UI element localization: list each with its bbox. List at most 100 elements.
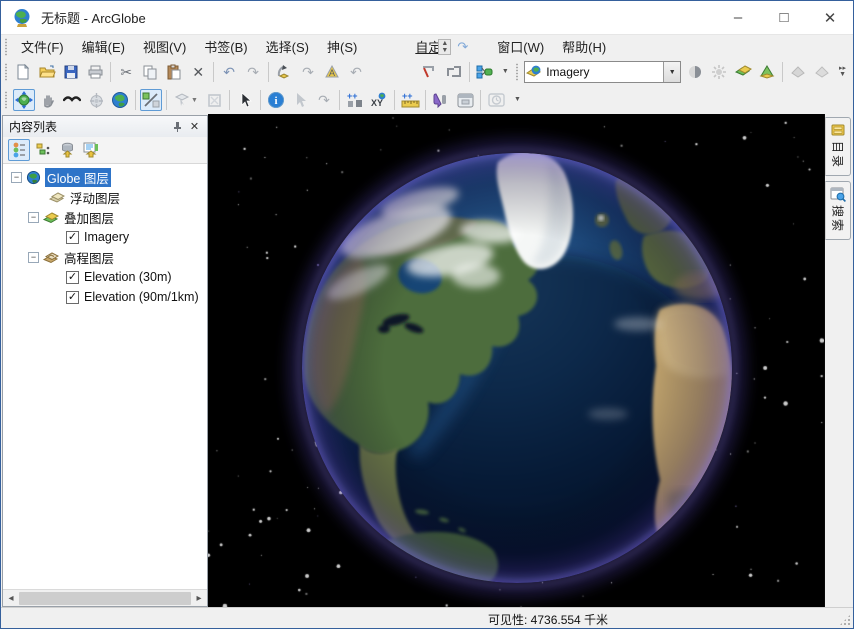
list-by-source-button[interactable] [32, 139, 54, 161]
tree-row-elev90[interactable]: ✓ Elevation (90m/1km) [3, 287, 207, 307]
cut-button[interactable]: ✂ [115, 61, 137, 83]
select-elements-button[interactable] [234, 89, 256, 111]
base-heights-button[interactable] [756, 61, 778, 83]
maximize-button[interactable]: □ [761, 1, 807, 34]
area-tool-button[interactable] [443, 61, 465, 83]
menu-selection[interactable]: 选择(S) [257, 35, 318, 58]
save-button[interactable] [60, 61, 82, 83]
menu-window[interactable]: 窗口(W) [488, 35, 553, 58]
viewer-window-button[interactable] [454, 89, 476, 111]
go-to-xy-button[interactable]: XY [368, 89, 390, 111]
collapse-icon[interactable]: − [28, 252, 39, 263]
layer-label-imagery[interactable]: Imagery [82, 230, 131, 244]
scroll-right-icon[interactable]: ▸ [191, 593, 207, 604]
toolbar-overflow-button[interactable]: ▼ [499, 61, 512, 83]
tree-row-elevation-group[interactable]: − 高程图层 [3, 247, 207, 267]
menu-edit[interactable]: 编辑(E) [73, 35, 134, 58]
surface-mode-button[interactable] [140, 89, 162, 111]
search-tab[interactable]: 搜索 [825, 181, 851, 240]
layer-combobox[interactable]: Imagery ▼ [524, 61, 681, 83]
layer-label-globe[interactable]: Globe 图层 [45, 168, 111, 187]
identify-button[interactable]: i [265, 89, 287, 111]
tree-row-imagery[interactable]: ✓ Imagery [3, 227, 207, 247]
full-extent-button[interactable] [109, 89, 131, 111]
catalog-tab[interactable]: 目录 [825, 117, 851, 176]
resize-grip[interactable] [839, 614, 851, 626]
menu-help[interactable]: 帮助(H) [553, 35, 615, 58]
layer-label-draped[interactable]: 叠加图层 [62, 208, 116, 227]
elev90-checkbox[interactable]: ✓ [66, 291, 79, 304]
standard-toolbar-grip[interactable] [4, 63, 7, 81]
undo-button[interactable]: ↶ [218, 61, 240, 83]
disabled-tool2-button[interactable]: ↶ [345, 61, 367, 83]
redo-button[interactable]: ↷ [242, 61, 264, 83]
collapse-icon[interactable]: − [28, 212, 39, 223]
pin-button[interactable] [169, 118, 186, 135]
delete-button[interactable]: ✕ [187, 61, 209, 83]
paste-button[interactable] [163, 61, 185, 83]
disabled-tool-button[interactable]: ↷ [297, 61, 319, 83]
layer-label-elevation-group[interactable]: 高程图层 [62, 248, 116, 267]
add-data-button[interactable] [273, 61, 295, 83]
swipe-layer-button[interactable] [732, 61, 754, 83]
navigate-tool-button[interactable] [13, 89, 35, 111]
html-popup-button[interactable] [430, 89, 452, 111]
copy-button[interactable] [139, 61, 161, 83]
new-document-button[interactable] [12, 61, 34, 83]
list-by-drawing-order-button[interactable] [8, 139, 30, 161]
layer-toolbar-grip[interactable] [515, 63, 518, 81]
scrollbar-thumb[interactable] [19, 592, 191, 605]
tree-row-draped[interactable]: − 叠加图层 [3, 207, 207, 227]
layer-label-floating[interactable]: 浮动图层 [68, 188, 122, 207]
layer-label-elev90[interactable]: Elevation (90m/1km) [82, 290, 201, 304]
imagery-checkbox[interactable]: ✓ [66, 231, 79, 244]
horizontal-scrollbar[interactable]: ◂ ▸ [3, 589, 207, 606]
right-overflow-button[interactable]: ▸▸ ▼ [836, 61, 849, 83]
measure-button[interactable]: ++ [399, 89, 421, 111]
layer-label-elev30[interactable]: Elevation (30m) [82, 270, 174, 284]
fly-tool-button[interactable] [61, 89, 83, 111]
customize-dropdown-button[interactable]: ▲ ▼ [438, 39, 451, 55]
list-by-selection-button[interactable] [80, 139, 102, 161]
menu-view[interactable]: 视图(V) [134, 35, 195, 58]
globe-viewport[interactable] [208, 114, 824, 607]
center-target-button[interactable] [85, 89, 107, 111]
clear-selection-button[interactable] [203, 89, 225, 111]
scroll-left-icon[interactable]: ◂ [3, 593, 19, 604]
tree-row-globe[interactable]: − Globe 图层 [3, 167, 207, 187]
nav-overflow-button[interactable]: ▼ [510, 89, 525, 111]
find-route-button[interactable] [289, 89, 311, 111]
menu-file[interactable]: 文件(F) [12, 35, 73, 58]
animation-pyramid-button[interactable] [787, 61, 809, 83]
menubar-grip[interactable] [4, 38, 8, 56]
contrast-button[interactable] [684, 61, 706, 83]
open-button[interactable] [36, 61, 58, 83]
menu-customize[interactable]: 自定义 [406, 35, 438, 58]
tree-row-elev30[interactable]: ✓ Elevation (30m) [3, 267, 207, 287]
pan-tool-button[interactable] [37, 89, 59, 111]
layer-tree: − Globe 图层 浮动图层 [3, 164, 207, 589]
earth-globe[interactable] [208, 114, 824, 607]
find-button[interactable]: ++ [344, 89, 366, 111]
elev30-checkbox[interactable]: ✓ [66, 271, 79, 284]
find-icon: ++ [346, 92, 364, 108]
close-panel-button[interactable]: ✕ [186, 118, 203, 135]
animation-pyramid2-button[interactable] [811, 61, 833, 83]
measure-slope-button[interactable] [419, 61, 441, 83]
print-button[interactable] [84, 61, 106, 83]
list-by-visibility-button[interactable] [56, 139, 78, 161]
close-button[interactable]: ✕ [807, 1, 853, 34]
hyperlink-button[interactable]: ↷ [313, 89, 335, 111]
minimize-button[interactable]: – [715, 1, 761, 34]
tree-row-floating[interactable]: 浮动图层 [3, 187, 207, 207]
menu-geoprocessing[interactable]: 抻(S) [318, 35, 366, 58]
modelbuilder-button[interactable] [474, 61, 496, 83]
animation-button[interactable] [485, 89, 507, 111]
select-features-button[interactable]: ▼ [171, 89, 201, 111]
label-tool-button[interactable]: A [321, 61, 343, 83]
menu-bookmarks[interactable]: 书签(B) [195, 35, 256, 58]
layer-combobox-dropdown[interactable]: ▼ [663, 62, 680, 82]
sun-position-button[interactable] [708, 61, 730, 83]
nav-toolbar-grip[interactable] [4, 91, 8, 109]
collapse-icon[interactable]: − [11, 172, 22, 183]
